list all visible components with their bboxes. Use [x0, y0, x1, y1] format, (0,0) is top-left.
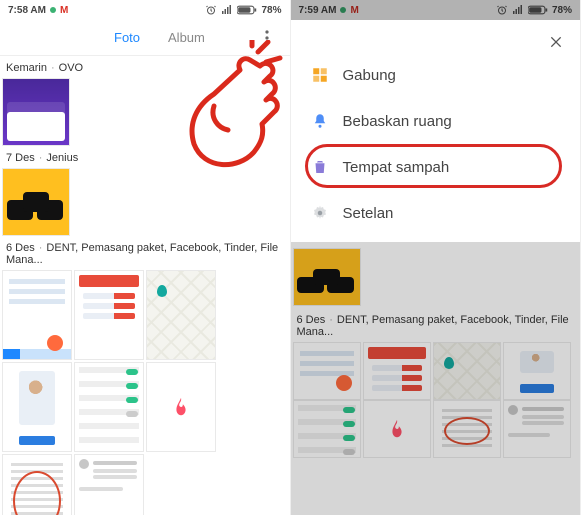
- close-icon: [548, 34, 564, 50]
- status-bar: 7:58 AM M 78%: [0, 0, 290, 20]
- menu-item-label: Gabung: [343, 67, 396, 84]
- thumbnail[interactable]: [503, 342, 571, 400]
- trash-icon: [311, 158, 329, 176]
- thumbnail[interactable]: [2, 454, 72, 515]
- clock-text: 7:58 AM: [8, 5, 46, 16]
- thumbnail[interactable]: [363, 400, 431, 458]
- thumbnail[interactable]: [2, 78, 70, 146]
- thumbnail[interactable]: [74, 270, 144, 360]
- thumbnail[interactable]: [74, 454, 144, 515]
- battery-icon: [237, 4, 257, 16]
- thumbnail[interactable]: [433, 400, 501, 458]
- group-header: 7 Des·Jenius: [0, 146, 290, 168]
- notification-dot-icon: [50, 7, 56, 13]
- thumbnail[interactable]: [293, 400, 361, 458]
- gallery-tabs: Foto Album: [0, 20, 290, 56]
- close-button[interactable]: [542, 28, 570, 56]
- thumbnail[interactable]: [146, 270, 216, 360]
- thumbnail[interactable]: [2, 168, 70, 236]
- thumbnail[interactable]: [74, 362, 144, 452]
- thumbnail[interactable]: [146, 362, 216, 452]
- menu-item-label: Setelan: [343, 205, 394, 222]
- menu-item-label: Tempat sampah: [343, 159, 450, 176]
- alarm-icon: [205, 4, 217, 16]
- more-vertical-icon: [265, 30, 269, 46]
- bell-icon: [311, 112, 329, 130]
- signal-icon: [221, 4, 233, 16]
- group-header: 6 Des·DENT, Pemasang paket, Facebook, Ti…: [0, 236, 290, 270]
- thumbnail[interactable]: [2, 270, 72, 360]
- tab-albums[interactable]: Album: [154, 20, 219, 56]
- thumbnail[interactable]: [433, 342, 501, 400]
- gear-icon: [311, 204, 329, 222]
- group-header: Kemarin·OVO: [0, 56, 290, 78]
- battery-text: 78%: [261, 5, 281, 16]
- menu-item-free-space[interactable]: Bebaskan ruang: [291, 98, 581, 144]
- thumbnail[interactable]: [503, 400, 571, 458]
- overflow-menu-sheet: Gabung Bebaskan ruang Tempat sampah Sete…: [291, 20, 581, 242]
- thumbnail[interactable]: [2, 362, 72, 452]
- thumbnail[interactable]: [293, 248, 361, 306]
- thumbnail[interactable]: [363, 342, 431, 400]
- gmail-icon: M: [60, 5, 68, 16]
- menu-item-combine[interactable]: Gabung: [291, 52, 581, 98]
- menu-item-label: Bebaskan ruang: [343, 113, 452, 130]
- tab-photos[interactable]: Foto: [100, 20, 154, 56]
- gallery-under-overlay: 7 Des·Jenius 6 Des·DENT, Pemasang paket,…: [291, 224, 581, 515]
- menu-item-trash[interactable]: Tempat sampah: [291, 144, 581, 190]
- thumbnail[interactable]: [293, 342, 361, 400]
- collage-icon: [311, 66, 329, 84]
- menu-item-settings[interactable]: Setelan: [291, 190, 581, 236]
- more-menu-button[interactable]: [252, 20, 282, 56]
- tinder-icon: [170, 396, 192, 418]
